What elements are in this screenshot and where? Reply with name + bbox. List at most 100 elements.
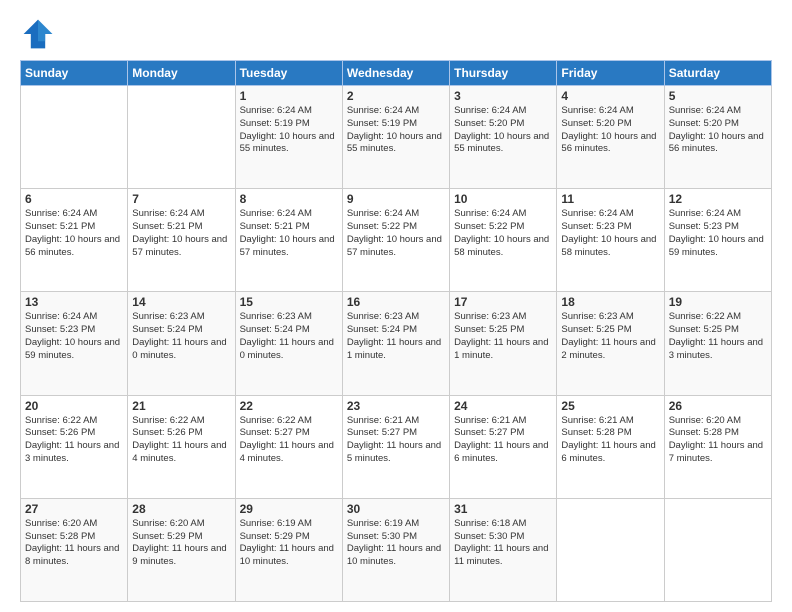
day-number: 23 bbox=[347, 399, 445, 413]
calendar-cell: 12 Sunrise: 6:24 AMSunset: 5:23 PMDayligh… bbox=[664, 189, 771, 292]
day-number: 13 bbox=[25, 295, 123, 309]
day-number: 26 bbox=[669, 399, 767, 413]
calendar-cell: 20 Sunrise: 6:22 AMSunset: 5:26 PMDayligh… bbox=[21, 395, 128, 498]
cell-detail: Sunrise: 6:20 AMSunset: 5:28 PMDaylight:… bbox=[669, 415, 767, 466]
cell-detail: Sunrise: 6:21 AMSunset: 5:28 PMDaylight:… bbox=[561, 415, 659, 466]
day-number: 28 bbox=[132, 502, 230, 516]
calendar-cell: 25 Sunrise: 6:21 AMSunset: 5:28 PMDayligh… bbox=[557, 395, 664, 498]
cell-detail: Sunrise: 6:20 AMSunset: 5:29 PMDaylight:… bbox=[132, 518, 230, 569]
day-header-wednesday: Wednesday bbox=[342, 61, 449, 86]
day-header-thursday: Thursday bbox=[450, 61, 557, 86]
cell-detail: Sunrise: 6:24 AMSunset: 5:19 PMDaylight:… bbox=[347, 105, 445, 156]
cell-detail: Sunrise: 6:22 AMSunset: 5:26 PMDaylight:… bbox=[25, 415, 123, 466]
day-header-monday: Monday bbox=[128, 61, 235, 86]
day-number: 7 bbox=[132, 192, 230, 206]
calendar-cell bbox=[128, 86, 235, 189]
cell-detail: Sunrise: 6:21 AMSunset: 5:27 PMDaylight:… bbox=[347, 415, 445, 466]
day-number: 6 bbox=[25, 192, 123, 206]
calendar-cell: 22 Sunrise: 6:22 AMSunset: 5:27 PMDayligh… bbox=[235, 395, 342, 498]
day-number: 4 bbox=[561, 89, 659, 103]
cell-detail: Sunrise: 6:24 AMSunset: 5:21 PMDaylight:… bbox=[25, 208, 123, 259]
day-number: 1 bbox=[240, 89, 338, 103]
day-number: 3 bbox=[454, 89, 552, 103]
cell-detail: Sunrise: 6:23 AMSunset: 5:25 PMDaylight:… bbox=[561, 311, 659, 362]
day-number: 31 bbox=[454, 502, 552, 516]
cell-detail: Sunrise: 6:22 AMSunset: 5:26 PMDaylight:… bbox=[132, 415, 230, 466]
cell-detail: Sunrise: 6:18 AMSunset: 5:30 PMDaylight:… bbox=[454, 518, 552, 569]
calendar-cell: 17 Sunrise: 6:23 AMSunset: 5:25 PMDayligh… bbox=[450, 292, 557, 395]
day-number: 21 bbox=[132, 399, 230, 413]
calendar-cell: 18 Sunrise: 6:23 AMSunset: 5:25 PMDayligh… bbox=[557, 292, 664, 395]
calendar-cell: 7 Sunrise: 6:24 AMSunset: 5:21 PMDaylight… bbox=[128, 189, 235, 292]
day-number: 17 bbox=[454, 295, 552, 309]
cell-detail: Sunrise: 6:23 AMSunset: 5:24 PMDaylight:… bbox=[347, 311, 445, 362]
calendar-cell: 15 Sunrise: 6:23 AMSunset: 5:24 PMDayligh… bbox=[235, 292, 342, 395]
day-number: 30 bbox=[347, 502, 445, 516]
day-number: 29 bbox=[240, 502, 338, 516]
logo bbox=[20, 16, 60, 52]
day-number: 14 bbox=[132, 295, 230, 309]
day-number: 11 bbox=[561, 192, 659, 206]
day-number: 12 bbox=[669, 192, 767, 206]
calendar-cell: 19 Sunrise: 6:22 AMSunset: 5:25 PMDayligh… bbox=[664, 292, 771, 395]
cell-detail: Sunrise: 6:23 AMSunset: 5:24 PMDaylight:… bbox=[240, 311, 338, 362]
cell-detail: Sunrise: 6:19 AMSunset: 5:29 PMDaylight:… bbox=[240, 518, 338, 569]
calendar-cell: 24 Sunrise: 6:21 AMSunset: 5:27 PMDayligh… bbox=[450, 395, 557, 498]
calendar-cell: 1 Sunrise: 6:24 AMSunset: 5:19 PMDaylight… bbox=[235, 86, 342, 189]
cell-detail: Sunrise: 6:24 AMSunset: 5:21 PMDaylight:… bbox=[240, 208, 338, 259]
day-number: 25 bbox=[561, 399, 659, 413]
cell-detail: Sunrise: 6:24 AMSunset: 5:19 PMDaylight:… bbox=[240, 105, 338, 156]
cell-detail: Sunrise: 6:24 AMSunset: 5:23 PMDaylight:… bbox=[25, 311, 123, 362]
calendar-cell bbox=[21, 86, 128, 189]
cell-detail: Sunrise: 6:22 AMSunset: 5:27 PMDaylight:… bbox=[240, 415, 338, 466]
cell-detail: Sunrise: 6:22 AMSunset: 5:25 PMDaylight:… bbox=[669, 311, 767, 362]
calendar-cell: 6 Sunrise: 6:24 AMSunset: 5:21 PMDaylight… bbox=[21, 189, 128, 292]
cell-detail: Sunrise: 6:24 AMSunset: 5:22 PMDaylight:… bbox=[347, 208, 445, 259]
day-number: 20 bbox=[25, 399, 123, 413]
calendar-cell: 28 Sunrise: 6:20 AMSunset: 5:29 PMDayligh… bbox=[128, 498, 235, 601]
calendar-table: SundayMondayTuesdayWednesdayThursdayFrid… bbox=[20, 60, 772, 602]
calendar-cell: 4Sunrise: 6:24 AMSunset: 5:20 PMDaylight… bbox=[557, 86, 664, 189]
cell-detail: Sunrise: 6:21 AMSunset: 5:27 PMDaylight:… bbox=[454, 415, 552, 466]
cell-detail: Sunrise: 6:24 AMSunset: 5:21 PMDaylight:… bbox=[132, 208, 230, 259]
calendar-cell: 31 Sunrise: 6:18 AMSunset: 5:30 PMDayligh… bbox=[450, 498, 557, 601]
calendar-cell bbox=[664, 498, 771, 601]
day-number: 22 bbox=[240, 399, 338, 413]
day-number: 19 bbox=[669, 295, 767, 309]
week-row-2: 6 Sunrise: 6:24 AMSunset: 5:21 PMDaylight… bbox=[21, 189, 772, 292]
calendar-cell: 3 Sunrise: 6:24 AMSunset: 5:20 PMDaylight… bbox=[450, 86, 557, 189]
page: SundayMondayTuesdayWednesdayThursdayFrid… bbox=[0, 0, 792, 612]
day-header-sunday: Sunday bbox=[21, 61, 128, 86]
day-number: 2 bbox=[347, 89, 445, 103]
calendar-cell: 9 Sunrise: 6:24 AMSunset: 5:22 PMDaylight… bbox=[342, 189, 449, 292]
header bbox=[20, 16, 772, 52]
day-number: 9 bbox=[347, 192, 445, 206]
day-header-tuesday: Tuesday bbox=[235, 61, 342, 86]
calendar-cell: 5Sunrise: 6:24 AMSunset: 5:20 PMDaylight… bbox=[664, 86, 771, 189]
day-number: 24 bbox=[454, 399, 552, 413]
calendar-cell: 2 Sunrise: 6:24 AMSunset: 5:19 PMDaylight… bbox=[342, 86, 449, 189]
calendar-cell: 21 Sunrise: 6:22 AMSunset: 5:26 PMDayligh… bbox=[128, 395, 235, 498]
day-number: 5 bbox=[669, 89, 767, 103]
day-number: 10 bbox=[454, 192, 552, 206]
day-number: 18 bbox=[561, 295, 659, 309]
cell-detail: Sunrise: 6:23 AMSunset: 5:25 PMDaylight:… bbox=[454, 311, 552, 362]
cell-detail: Sunrise: 6:24 AMSunset: 5:20 PMDaylight:… bbox=[454, 105, 552, 156]
calendar-cell: 8 Sunrise: 6:24 AMSunset: 5:21 PMDaylight… bbox=[235, 189, 342, 292]
logo-icon bbox=[20, 16, 56, 52]
calendar-cell: 29 Sunrise: 6:19 AMSunset: 5:29 PMDayligh… bbox=[235, 498, 342, 601]
calendar-cell: 26 Sunrise: 6:20 AMSunset: 5:28 PMDayligh… bbox=[664, 395, 771, 498]
day-number: 15 bbox=[240, 295, 338, 309]
calendar-cell: 23 Sunrise: 6:21 AMSunset: 5:27 PMDayligh… bbox=[342, 395, 449, 498]
cell-detail: Sunrise: 6:24 AMSunset: 5:23 PMDaylight:… bbox=[669, 208, 767, 259]
day-number: 8 bbox=[240, 192, 338, 206]
calendar-cell bbox=[557, 498, 664, 601]
day-header-saturday: Saturday bbox=[664, 61, 771, 86]
day-number: 27 bbox=[25, 502, 123, 516]
cell-detail: Sunrise: 6:19 AMSunset: 5:30 PMDaylight:… bbox=[347, 518, 445, 569]
calendar-cell: 10 Sunrise: 6:24 AMSunset: 5:22 PMDayligh… bbox=[450, 189, 557, 292]
day-number: 16 bbox=[347, 295, 445, 309]
week-row-3: 13 Sunrise: 6:24 AMSunset: 5:23 PMDayligh… bbox=[21, 292, 772, 395]
calendar-cell: 27Sunrise: 6:20 AMSunset: 5:28 PMDayligh… bbox=[21, 498, 128, 601]
cell-detail: Sunrise: 6:24 AMSunset: 5:22 PMDaylight:… bbox=[454, 208, 552, 259]
